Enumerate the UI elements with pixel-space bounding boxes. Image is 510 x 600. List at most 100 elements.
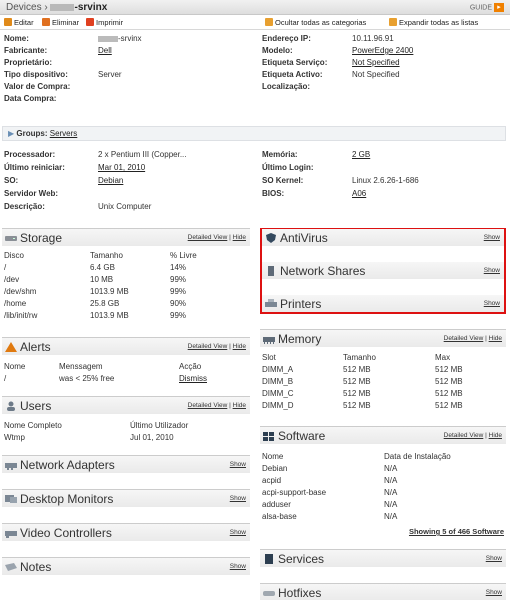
title-bar: Devices › -srvinx GUIDE ▸: [0, 0, 510, 15]
field-etiqueta-servico: Etiqueta Serviço: Not Specified: [262, 58, 506, 70]
printers-show-link[interactable]: Show: [484, 300, 500, 307]
notes-header: Notes Show: [2, 558, 250, 575]
memory-header: Memory Detailed View | Hide: [260, 330, 506, 347]
pencil-icon: [4, 18, 12, 26]
collapse-icon: [265, 18, 273, 26]
software-detailed-view-link[interactable]: Detailed View: [444, 432, 484, 439]
column-header: Data de Instalação: [384, 451, 451, 461]
printers-links: Show: [484, 300, 500, 307]
field-so: SO: Debian: [4, 176, 254, 188]
memory-detailed-view-link[interactable]: Detailed View: [444, 335, 484, 342]
field-value-link[interactable]: PowerEdge 2400: [352, 46, 413, 55]
table-row: DIMM_A 512 MB 512 MB: [262, 364, 463, 374]
hard-drive-icon: [5, 236, 17, 241]
print-button[interactable]: Imprimir: [86, 18, 123, 27]
users-detailed-view-link[interactable]: Detailed View: [188, 402, 228, 409]
expand-all-label: Expandir todas as listas: [399, 18, 479, 27]
triangle-right-icon[interactable]: ▶: [8, 129, 14, 138]
field-label: Fabricante:: [4, 46, 48, 55]
field-memoria: Memória: 2 GB: [262, 150, 506, 162]
antivirus-show-link[interactable]: Show: [484, 234, 500, 241]
field-label: Localização:: [262, 82, 311, 91]
field-value-link[interactable]: 2 GB: [352, 150, 370, 159]
services-show-link[interactable]: Show: [486, 555, 502, 562]
field-label: Último reiniciar:: [4, 163, 65, 172]
memory-hide-link[interactable]: Hide: [489, 335, 502, 342]
column-header: Acção: [179, 361, 202, 371]
table-row: Debian N/A: [262, 463, 398, 473]
server-icon: [268, 266, 274, 276]
memory-section: Memory Detailed View | Hide Slot Tamanho M…: [260, 329, 506, 417]
groups-link-servers[interactable]: Servers: [50, 129, 78, 138]
antivirus-header: AntiVirus Show: [262, 229, 504, 246]
desktop-monitors-show-link[interactable]: Show: [230, 495, 246, 502]
breadcrumb-devices[interactable]: Devices: [6, 2, 42, 13]
software-table: Nome Data de Instalação Debian N/A acpid N/…: [262, 450, 504, 522]
network-adapters-show-link[interactable]: Show: [230, 461, 246, 468]
field-label: Etiqueta Activo:: [262, 70, 323, 79]
field-value-link[interactable]: Mar 01, 2010: [98, 163, 145, 172]
field-label: Processador:: [4, 150, 56, 159]
guide-button[interactable]: GUIDE ▸: [470, 3, 504, 12]
software-title: Software: [278, 429, 326, 443]
storage-detailed-view-link[interactable]: Detailed View: [188, 234, 228, 241]
field-ip: Endereço IP: 10.11.96.91: [262, 34, 506, 46]
alerts-detailed-view-link[interactable]: Detailed View: [188, 343, 228, 350]
delete-button[interactable]: Eliminar: [42, 18, 79, 27]
software-header: Software Detailed View | Hide: [260, 427, 506, 444]
desktop-monitors-title: Desktop Monitors: [20, 492, 114, 506]
table-header-row: Nome Completo Último Utilizador: [4, 419, 248, 431]
printers-header: Printers Show: [262, 295, 504, 312]
users-section: Users Detailed View | Hide Nome Completo…: [2, 396, 250, 444]
field-value: Not Specified: [352, 70, 400, 79]
software-showing-count-link[interactable]: Showing 5 of 466 Software: [409, 527, 504, 536]
table-row: /dev/shm 1013.9 MB 99%: [4, 286, 187, 296]
expand-all-lists-button[interactable]: Expandir todas as listas: [389, 18, 478, 27]
field-value-link[interactable]: A06: [352, 189, 366, 198]
desktop-monitors-links: Show: [230, 495, 246, 502]
hotfixes-show-link[interactable]: Show: [486, 589, 502, 596]
table-row: /6.4 GB 14%: [4, 262, 187, 272]
software-links: Detailed View | Hide: [443, 432, 502, 439]
hide-all-label: Ocultar todas as categorias: [275, 18, 367, 27]
storage-links: Detailed View | Hide: [187, 234, 246, 241]
software-box-icon: [263, 432, 274, 441]
field-valor: Valor de Compra:: [4, 82, 254, 94]
edit-button[interactable]: Editar: [4, 18, 34, 27]
dismiss-link[interactable]: Dismiss: [179, 374, 207, 383]
network-shares-show-link[interactable]: Show: [484, 267, 500, 274]
table-row: /dev 10 MB 99%: [4, 274, 187, 284]
field-value: Linux 2.6.26-1-686: [352, 176, 419, 185]
alerts-hide-link[interactable]: Hide: [233, 343, 246, 350]
video-controllers-section: Video Controllers Show: [2, 523, 250, 543]
field-label: Nome:: [4, 34, 29, 43]
groups-label: Groups:: [16, 129, 48, 138]
hide-all-categories-button[interactable]: Ocultar todas as categorias: [265, 18, 366, 27]
field-label: SO Kernel:: [262, 176, 304, 185]
video-controllers-show-link[interactable]: Show: [230, 529, 246, 536]
field-value: 2 x Pentium III (Copper...: [98, 150, 187, 159]
table-row: /home 25.8 GB 90%: [4, 298, 187, 308]
antivirus-section: AntiVirus Show: [262, 229, 504, 249]
column-header: Nome: [4, 361, 26, 371]
field-value-link[interactable]: Debian: [98, 176, 123, 185]
hotfixes-header: Hotfixes Show: [260, 584, 506, 600]
video-controllers-title: Video Controllers: [20, 526, 112, 540]
video-card-icon: [5, 531, 17, 538]
warning-icon: [5, 342, 17, 352]
field-label: Proprietário:: [4, 58, 53, 67]
storage-hide-link[interactable]: Hide: [233, 234, 246, 241]
guide-icon: ▸: [494, 3, 504, 12]
memory-table: Slot Tamanho Max DIMM_A 512 MB 512 MB DIMM_B…: [262, 351, 504, 411]
field-label: Servidor Web:: [4, 189, 59, 198]
memory-title: Memory: [278, 332, 322, 346]
users-hide-link[interactable]: Hide: [233, 402, 246, 409]
expand-icon: [389, 18, 397, 26]
notes-show-link[interactable]: Show: [230, 563, 246, 570]
redacted-block: [98, 35, 118, 42]
field-value-link[interactable]: Dell: [98, 46, 112, 55]
software-hide-link[interactable]: Hide: [489, 432, 502, 439]
field-value: -srvinx: [98, 34, 142, 43]
field-value-link[interactable]: Not Specified: [352, 58, 400, 67]
hotfixes-title: Hotfixes: [278, 586, 322, 600]
